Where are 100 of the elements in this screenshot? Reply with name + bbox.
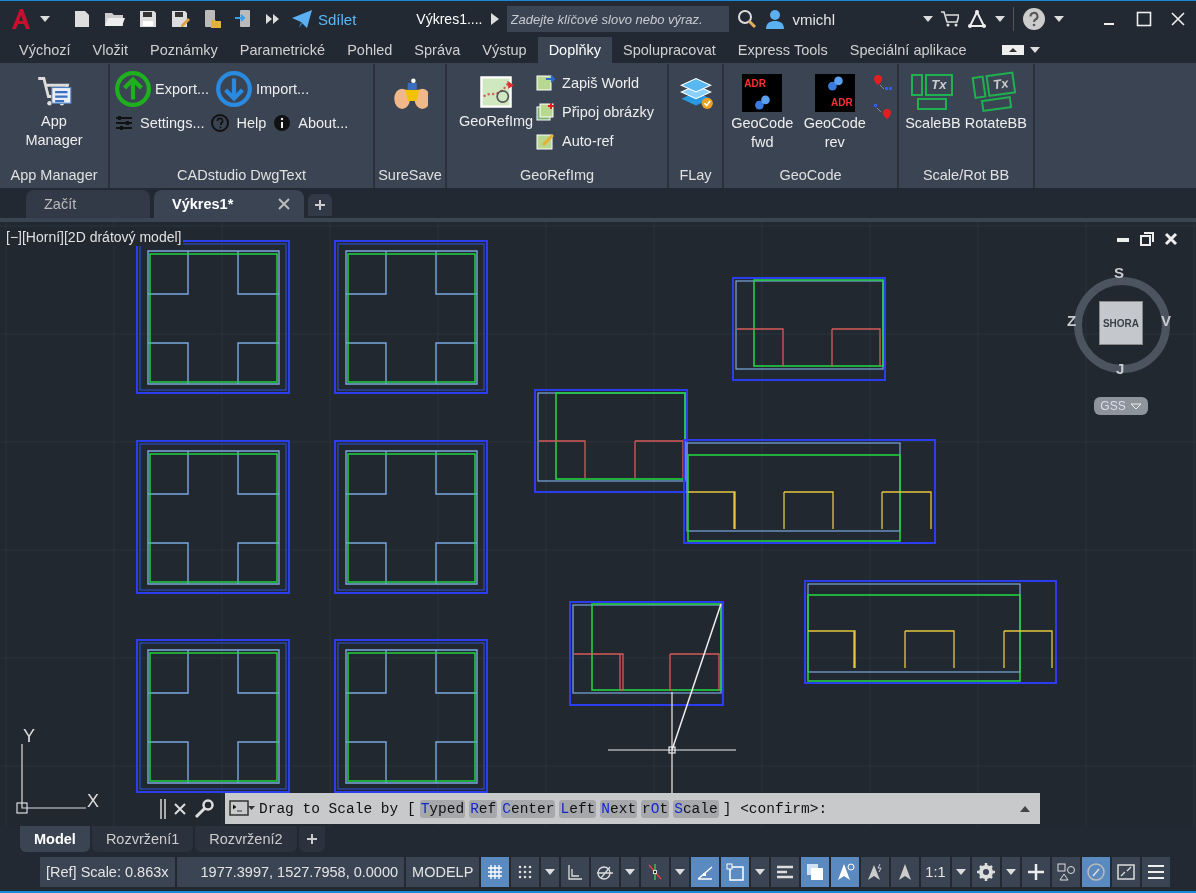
ribbon-tab[interactable]: Speciální aplikace xyxy=(838,37,978,63)
user-icon xyxy=(764,9,785,29)
autoscale-toggle[interactable] xyxy=(861,856,890,887)
caret-icon xyxy=(923,16,933,22)
shapes-button[interactable] xyxy=(1051,856,1080,887)
lineweight-toggle[interactable] xyxy=(771,856,800,887)
ribbon-tab[interactable]: Výchozí xyxy=(8,37,82,63)
new-layout-button[interactable] xyxy=(298,826,325,852)
restore-icon[interactable] xyxy=(1140,232,1154,246)
menu-button[interactable] xyxy=(1141,856,1170,887)
layout-tab[interactable]: Rozvržení2 xyxy=(195,826,297,852)
new-tab-button[interactable] xyxy=(308,194,332,216)
dropdown-button[interactable] xyxy=(951,856,970,887)
viewport-controls-label[interactable]: [−][Horní][2D drátový model] xyxy=(4,228,184,246)
command-option[interactable]: Ref xyxy=(469,799,498,818)
gauge-icon[interactable] xyxy=(1081,856,1110,887)
cart-icon[interactable] xyxy=(941,11,959,27)
icon-label: Tx xyxy=(985,71,1016,98)
device-folder-icon[interactable] xyxy=(202,9,222,29)
app-logo[interactable] xyxy=(10,8,32,30)
command-option[interactable]: Left xyxy=(559,799,597,818)
maximize-icon[interactable] xyxy=(1136,11,1152,27)
user-menu[interactable]: vmichl xyxy=(764,9,835,29)
object-snap-tracking-toggle[interactable] xyxy=(641,856,670,887)
ribbon-button[interactable]: App Manager xyxy=(18,70,90,150)
search-field[interactable]: Zadejte klíčové slovo nebo výraz. xyxy=(506,6,729,32)
ribbon-tab[interactable]: Vložit xyxy=(81,37,140,63)
layout-tab[interactable]: Rozvržení1 xyxy=(91,826,194,852)
ribbon-tab[interactable]: Správa xyxy=(403,37,472,63)
dropdown-button[interactable] xyxy=(671,856,690,887)
ribbon-tab[interactable]: Doplňky xyxy=(537,37,613,63)
document-tab[interactable]: Začít xyxy=(26,190,150,218)
layout-tab[interactable]: Model xyxy=(20,826,90,852)
command-option[interactable]: Typed xyxy=(419,799,466,818)
polar-toggle[interactable] xyxy=(591,856,620,887)
save-icon[interactable] xyxy=(138,9,158,29)
snap-toggle[interactable] xyxy=(511,856,540,887)
command-option[interactable]: Center xyxy=(501,799,556,818)
help-icon[interactable] xyxy=(1022,7,1046,31)
settings-button[interactable] xyxy=(971,856,1000,887)
plus-button[interactable] xyxy=(1021,856,1050,887)
ribbon-button[interactable]: About... xyxy=(272,110,349,133)
share-button[interactable]: Sdílet xyxy=(292,10,357,28)
ribbon-button[interactable]: Settings... xyxy=(114,110,205,133)
ribbon-tab[interactable]: Parametrické xyxy=(228,37,337,63)
ribbon-tab[interactable]: Pohled xyxy=(336,37,404,63)
annotation-scale-button[interactable]: 1:1 xyxy=(921,856,950,887)
more-icon[interactable] xyxy=(266,13,280,25)
fullscreen-button[interactable] xyxy=(1111,856,1140,887)
ribbon-tab[interactable]: Express Tools xyxy=(726,37,839,63)
object-snap-toggle[interactable] xyxy=(721,856,750,887)
ribbon-button[interactable]: GeoRefImg xyxy=(460,70,533,131)
ribbon-button[interactable]: Auto-ref xyxy=(536,128,654,151)
dropdown-button[interactable] xyxy=(751,856,770,887)
transparency-toggle[interactable] xyxy=(801,856,830,887)
command-option[interactable]: Next xyxy=(600,799,638,818)
ribbon-button[interactable]: ADR GeoCode fwd xyxy=(728,70,797,152)
scroll-up-icon[interactable] xyxy=(1020,805,1030,812)
ortho-toggle[interactable] xyxy=(561,856,590,887)
caret-icon xyxy=(1005,868,1016,875)
command-option[interactable]: Scale xyxy=(673,799,719,818)
compass-label[interactable]: V xyxy=(1161,312,1171,329)
terminal-icon[interactable] xyxy=(229,799,255,818)
command-option[interactable]: rOt xyxy=(641,799,670,818)
ribbon-button[interactable]: Zapiš World xyxy=(536,70,654,93)
dropdown-button[interactable] xyxy=(621,856,640,887)
ribbon-button[interactable]: Připoj obrázky xyxy=(536,99,654,122)
panel-toggle-icon[interactable] xyxy=(1001,45,1024,55)
save-as-icon[interactable] xyxy=(170,9,190,29)
network-icon[interactable] xyxy=(967,9,987,29)
compass-label[interactable]: S xyxy=(1114,264,1124,281)
ribbon-button[interactable]: ADR GeoCode rev xyxy=(800,70,869,152)
search-icon[interactable] xyxy=(736,9,757,29)
ribbon-tab[interactable]: Spolupracovat xyxy=(612,37,727,63)
dropdown-button[interactable] xyxy=(541,856,560,887)
compass-label[interactable]: Z xyxy=(1067,312,1077,329)
viewcube-face[interactable]: SHORA xyxy=(1099,301,1143,345)
annotation-visibility-toggle[interactable] xyxy=(831,856,860,887)
document-tab[interactable]: Výkres1* xyxy=(154,190,304,218)
ribbon-tab[interactable]: Výstup xyxy=(471,37,538,63)
dynamic-input-toggle[interactable] xyxy=(691,856,720,887)
wrench-icon[interactable] xyxy=(194,799,214,819)
close-icon[interactable] xyxy=(174,803,186,815)
model-space-button[interactable]: MODELP xyxy=(406,856,480,887)
ribbon-button[interactable]: Tx ScaleBB xyxy=(905,70,961,133)
grid-toggle[interactable] xyxy=(481,856,510,887)
ribbon-button[interactable]: Tx RotateBB xyxy=(964,70,1027,133)
ribbon-button[interactable]: Help xyxy=(210,110,267,133)
annotation-scale-toggle[interactable] xyxy=(891,856,920,887)
new-file-icon[interactable] xyxy=(72,9,92,29)
grip-icon[interactable] xyxy=(160,799,166,819)
dropdown-button[interactable] xyxy=(1001,856,1020,887)
expand-arrow-icon[interactable] xyxy=(490,13,499,25)
ribbon-button[interactable]: Export... xyxy=(114,70,209,108)
ribbon-button[interactable]: Import... xyxy=(215,70,310,108)
caret-icon xyxy=(40,16,50,22)
caret-icon xyxy=(545,868,556,875)
panel-title: App Manager xyxy=(9,166,99,185)
compass-label[interactable]: J xyxy=(1116,360,1125,377)
ribbon-tab[interactable]: Poznámky xyxy=(139,37,229,63)
